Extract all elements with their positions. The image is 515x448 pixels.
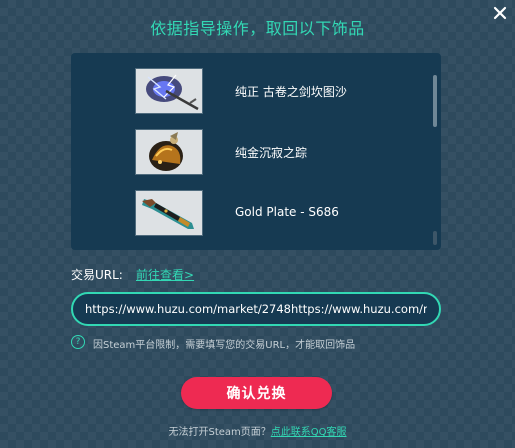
item-name: 纯正 古卷之剑坎图沙: [235, 85, 347, 99]
list-item: 纯金沉寂之踪: [135, 129, 425, 175]
sword-lightning-thumb: [135, 68, 203, 114]
hint-text: 因Steam平台限制，需要填写您的交易URL，才能取回饰品: [93, 340, 356, 351]
item-name: Gold Plate - S686: [235, 205, 339, 219]
shotgun-thumb: [135, 190, 203, 236]
list-item: 纯正 古卷之剑坎图沙: [135, 68, 425, 114]
dialog-title: 依据指导操作，取回以下饰品: [150, 19, 365, 38]
retrieve-items-dialog: 依据指导操作，取回以下饰品 纯正 古卷之剑坎图沙 纯金沉寂之踪 Gold Pla…: [0, 0, 515, 448]
contact-qq-support-link[interactable]: 点此联系QQ客服: [271, 427, 347, 438]
confirm-exchange-button[interactable]: 确认兑换: [181, 377, 332, 409]
footer-prefix: 无法打开Steam页面？: [168, 427, 271, 438]
item-name: 纯金沉寂之踪: [235, 146, 308, 160]
view-trade-url-link[interactable]: 前往查看>: [136, 266, 194, 283]
golden-armor-thumb: [135, 129, 203, 175]
item-list[interactable]: 纯正 古卷之剑坎图沙 纯金沉寂之踪 Gold Plate - S686: [71, 53, 441, 250]
question-icon: ?: [71, 335, 85, 349]
scrollbar-thumb[interactable]: [433, 75, 437, 127]
scrollbar-track-end: [433, 231, 437, 245]
trade-url-input[interactable]: [71, 292, 441, 326]
list-item: Gold Plate - S686: [135, 190, 425, 236]
footer-help: 无法打开Steam页面？点此联系QQ客服: [0, 423, 515, 438]
trade-url-label: 交易URL:: [71, 268, 123, 282]
